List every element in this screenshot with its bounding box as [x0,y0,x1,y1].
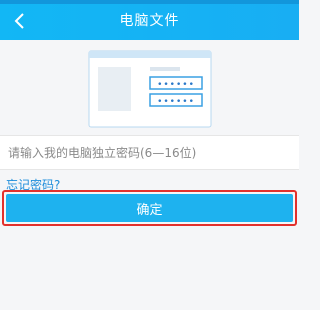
password-field [0,135,299,170]
login-window-illustration: •••••• •••••• [88,50,212,128]
password-input[interactable] [8,137,288,168]
page-title: 电脑文件 [119,13,180,29]
status-bar [0,0,299,4]
confirm-button[interactable]: 确定 [6,194,293,222]
confirm-highlight: 确定 [2,190,297,226]
app-header: 电脑文件 [0,0,299,40]
illus-mask-1: •••••• [157,80,195,90]
illus-mask-2: •••••• [157,97,195,107]
